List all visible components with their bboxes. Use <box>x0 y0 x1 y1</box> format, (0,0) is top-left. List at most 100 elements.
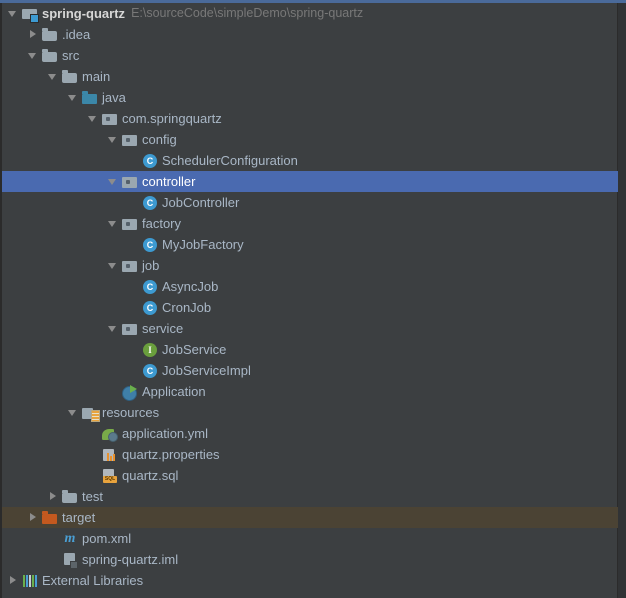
tree-indent-spacer <box>2 391 108 392</box>
tree-row[interactable]: External Libraries <box>2 570 618 591</box>
tree-row[interactable]: MyJobFactory <box>2 234 618 255</box>
tree-row-label: JobController <box>162 195 240 210</box>
class-icon <box>142 195 158 211</box>
tree-row-label: job <box>142 258 160 273</box>
tree-indent-spacer <box>2 349 128 350</box>
folder-icon <box>42 48 58 64</box>
folder-icon <box>62 489 78 505</box>
tree-row-label: CronJob <box>162 300 212 315</box>
tree-row[interactable]: src <box>2 45 618 66</box>
class-icon <box>142 237 158 253</box>
folder-source-icon <box>82 90 98 106</box>
chevron-down-icon[interactable] <box>68 407 79 418</box>
tree-indent-spacer <box>2 328 108 329</box>
tree-indent-spacer <box>2 433 88 434</box>
chevron-right-icon[interactable] <box>48 491 59 502</box>
tree-row[interactable]: target <box>2 507 618 528</box>
tree-arrow-placeholder <box>108 386 119 397</box>
chevron-down-icon[interactable] <box>108 218 119 229</box>
tree-indent-spacer <box>2 139 108 140</box>
folder-module-icon <box>22 6 39 23</box>
tree-row-label: factory <box>142 216 182 231</box>
tree-arrow-placeholder <box>128 281 139 292</box>
chevron-down-icon[interactable] <box>88 113 99 124</box>
chevron-down-icon[interactable] <box>8 8 19 19</box>
chevron-down-icon[interactable] <box>108 176 119 187</box>
chevron-right-icon[interactable] <box>8 575 19 586</box>
spring-application-icon <box>122 384 138 401</box>
folder-icon <box>42 27 58 43</box>
tree-row[interactable]: main <box>2 66 618 87</box>
tree-arrow-placeholder <box>88 428 99 439</box>
chevron-down-icon[interactable] <box>28 50 39 61</box>
tree-row[interactable]: java <box>2 87 618 108</box>
tree-row[interactable]: spring-quartz.iml <box>2 549 618 570</box>
tree-row-label: com.springquartz <box>122 111 222 126</box>
interface-icon <box>142 342 158 358</box>
folder-excluded-icon <box>42 510 58 526</box>
tree-row[interactable]: .idea <box>2 24 618 45</box>
package-icon <box>122 174 138 190</box>
tree-arrow-placeholder <box>48 554 59 565</box>
tree-row[interactable]: com.springquartz <box>2 108 618 129</box>
tree-indent-spacer <box>2 454 88 455</box>
tree-row[interactable]: quartz.sql <box>2 465 618 486</box>
tree-row[interactable]: Application <box>2 381 618 402</box>
tree-row[interactable]: JobServiceImpl <box>2 360 618 381</box>
tree-row[interactable]: AsyncJob <box>2 276 618 297</box>
tree-row[interactable]: pom.xml <box>2 528 618 549</box>
tree-row[interactable]: test <box>2 486 618 507</box>
tree-row[interactable]: service <box>2 318 618 339</box>
tree-row[interactable]: SchedulerConfiguration <box>2 150 618 171</box>
tree-row[interactable]: controller <box>2 171 618 192</box>
tree-row-label: service <box>142 321 184 336</box>
tree-row-label: config <box>142 132 177 147</box>
chevron-down-icon[interactable] <box>108 134 119 145</box>
yml-file-icon <box>102 426 118 442</box>
chevron-right-icon[interactable] <box>28 29 39 40</box>
tree-row-label: java <box>102 90 126 105</box>
package-icon <box>102 111 118 127</box>
tree-row[interactable]: application.yml <box>2 423 618 444</box>
chevron-down-icon[interactable] <box>48 71 59 82</box>
tree-row-label: target <box>62 510 96 525</box>
tree-arrow-placeholder <box>128 302 139 313</box>
tree-indent-spacer <box>2 118 88 119</box>
tree-indent-spacer <box>2 475 88 476</box>
chevron-down-icon[interactable] <box>68 92 79 103</box>
tree-row-label: main <box>82 69 111 84</box>
tree-row[interactable]: resources <box>2 402 618 423</box>
tree-row-label: spring-quartz <box>42 6 126 21</box>
tree-row-label: application.yml <box>122 426 208 441</box>
tree-row[interactable]: JobController <box>2 192 618 213</box>
chevron-down-icon[interactable] <box>108 323 119 334</box>
tree-row[interactable]: spring-quartz E:\sourceCode\simpleDemo\sp… <box>2 3 618 24</box>
tree-row[interactable]: JobService <box>2 339 618 360</box>
project-tree[interactable]: spring-quartz E:\sourceCode\simpleDemo\sp… <box>2 3 618 598</box>
chevron-down-icon[interactable] <box>108 260 119 271</box>
chevron-right-icon[interactable] <box>28 512 39 523</box>
tree-arrow-placeholder <box>128 155 139 166</box>
tree-row[interactable]: config <box>2 129 618 150</box>
tree-indent-spacer <box>2 496 48 497</box>
tree-row[interactable]: CronJob <box>2 297 618 318</box>
tree-row-label: controller <box>142 174 196 189</box>
folder-icon <box>62 69 78 85</box>
properties-file-icon <box>102 447 118 463</box>
tree-indent-spacer <box>2 517 28 518</box>
tree-indent-spacer <box>2 244 128 245</box>
package-icon <box>122 258 138 274</box>
tool-window-scrollbar-track[interactable] <box>617 3 626 598</box>
tree-arrow-placeholder <box>88 449 99 460</box>
package-icon <box>122 321 138 337</box>
tree-arrow-placeholder <box>48 533 59 544</box>
tree-row-label: resources <box>102 405 160 420</box>
tree-row[interactable]: job <box>2 255 618 276</box>
tree-row[interactable]: quartz.properties <box>2 444 618 465</box>
tree-row-label: MyJobFactory <box>162 237 244 252</box>
tree-row-label: src <box>62 48 80 63</box>
tree-row-label: test <box>82 489 103 504</box>
tree-indent-spacer <box>2 559 48 560</box>
tree-row[interactable]: factory <box>2 213 618 234</box>
iml-file-icon <box>62 552 78 569</box>
